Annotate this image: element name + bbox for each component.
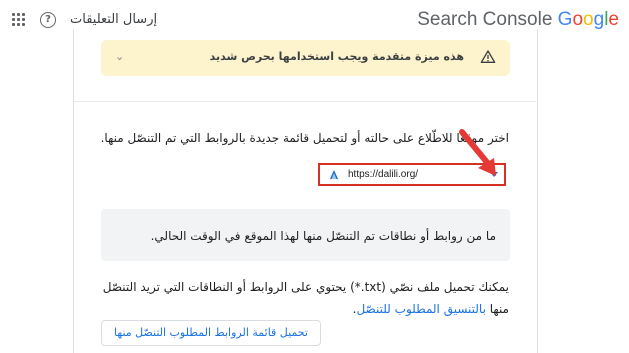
site-favicon-icon <box>330 170 338 179</box>
brand-letter: g <box>593 9 605 30</box>
brand-letter: o <box>572 9 584 30</box>
select-property-instruction: اختر موقعًا للاطّلاع على حالته أو لتحميل… <box>100 131 509 145</box>
brand-letter: o <box>583 9 594 30</box>
upload-description: يمكنك تحميل ملف نصّي (txt.*) يحتوي على ا… <box>89 276 509 320</box>
warning-icon <box>480 50 496 63</box>
advanced-feature-warning: ⌄ هذه ميزة متقدمة ويجب استخدامها بحرص شد… <box>101 40 510 76</box>
warning-text: هذه ميزة متقدمة ويجب استخدامها بحرص شديد <box>209 50 464 63</box>
section-divider <box>74 101 536 102</box>
upload-disavow-list-button[interactable]: تحميل قائمة الروابط المطلوب التنصّل منها <box>101 320 321 346</box>
property-url: https://dalili.org/ <box>348 169 419 180</box>
send-feedback-link[interactable]: إرسال التعليقات <box>70 12 157 27</box>
help-icon[interactable]: ? <box>40 12 56 28</box>
brand-product-name: Search Console <box>417 9 558 30</box>
empty-state-box: ما من روابط أو نطاقات تم التنصّل منها له… <box>101 209 510 261</box>
pointer-arrow-icon <box>459 129 496 176</box>
brand-letter: G <box>557 9 573 30</box>
brand-letter: e <box>608 9 619 30</box>
search-console-logo[interactable]: Search Console Google <box>417 9 619 31</box>
empty-state-message: ما من روابط أو نطاقات تم التنصّل منها له… <box>150 229 496 243</box>
format-help-link[interactable]: بالتنسيق المطلوب للتنصّل <box>356 302 485 316</box>
apps-grid-icon[interactable] <box>12 13 26 27</box>
chevron-down-icon[interactable]: ⌄ <box>115 50 124 63</box>
